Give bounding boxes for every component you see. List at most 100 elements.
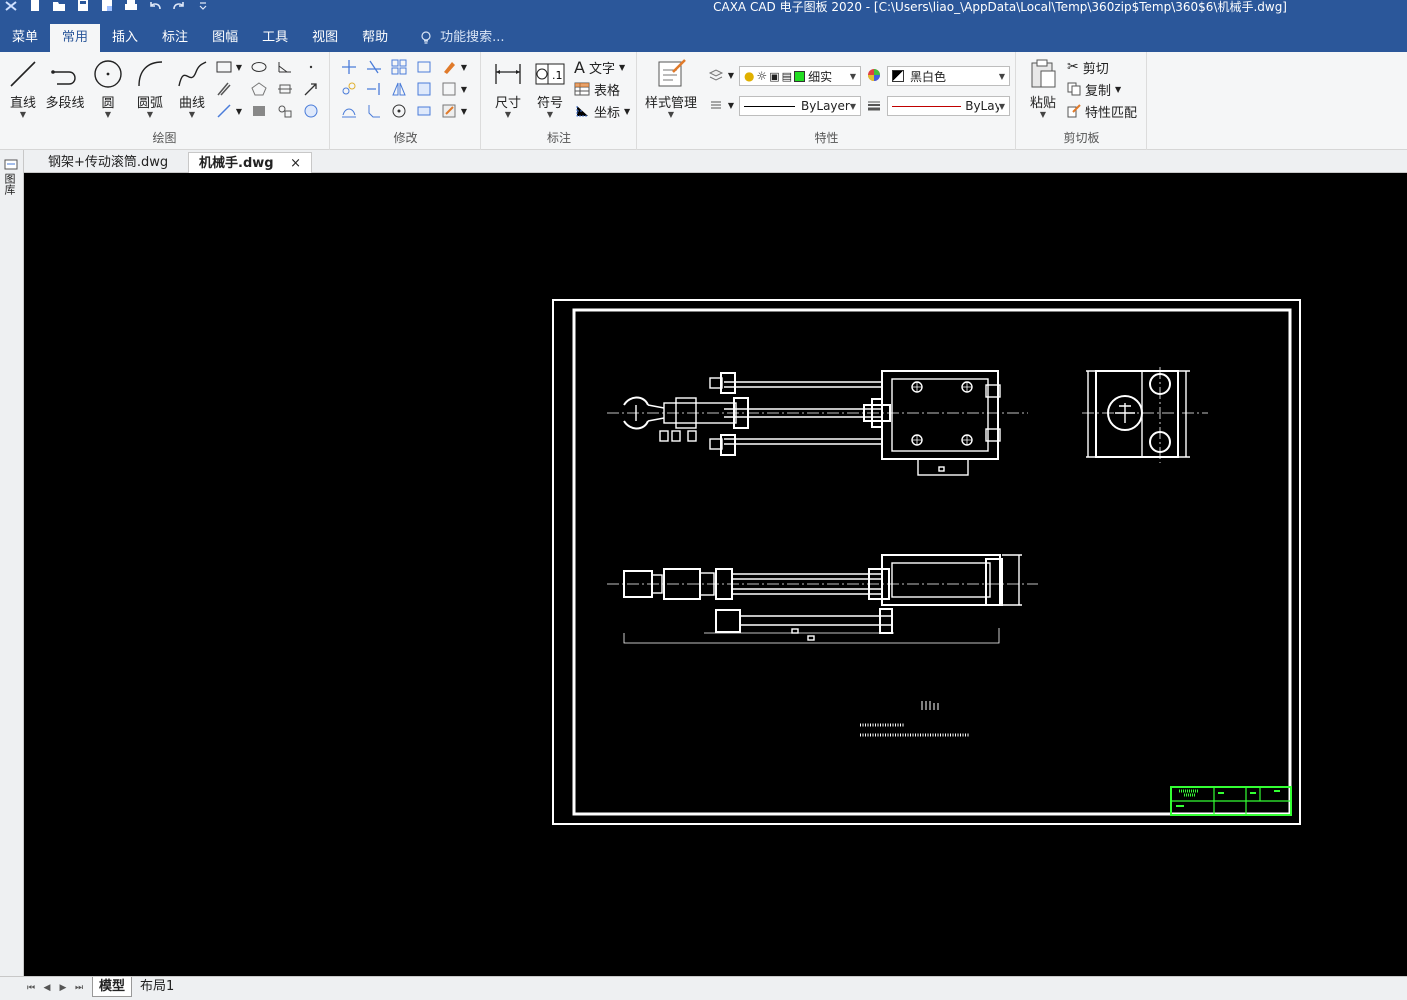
- copy-object-tool[interactable]: [339, 80, 359, 98]
- paste-button[interactable]: 粘贴 ▼: [1023, 58, 1063, 119]
- point-tool[interactable]: [301, 58, 321, 76]
- top-view: [607, 554, 1038, 644]
- dimension-button[interactable]: 尺寸 ▼: [488, 58, 528, 119]
- rectangle-dropdown[interactable]: ▼: [234, 58, 244, 76]
- cut-button[interactable]: ✂ 剪切: [1067, 57, 1109, 77]
- table-button[interactable]: 表格: [574, 79, 620, 99]
- coordinate-button[interactable]: 坐标 ▼: [574, 101, 630, 121]
- redo-icon[interactable]: [168, 0, 190, 12]
- app-menu-icon[interactable]: [0, 0, 22, 12]
- doc-tab-steel-frame[interactable]: 钢架+传动滚筒.dwg: [38, 152, 178, 173]
- explode-dropdown[interactable]: ▼: [459, 80, 469, 98]
- layer-manager-tool[interactable]: [706, 66, 726, 84]
- rotate-tool[interactable]: [389, 102, 409, 120]
- table-label: 表格: [594, 83, 621, 99]
- property-dropdown[interactable]: ▼: [459, 102, 469, 120]
- save-as-icon[interactable]: [96, 0, 118, 12]
- cad-drawing[interactable]: [24, 173, 1407, 976]
- match-properties-button[interactable]: 特性匹配: [1067, 101, 1137, 121]
- color-wheel-tool[interactable]: [864, 66, 884, 84]
- image-tool[interactable]: [301, 102, 321, 120]
- move-tool[interactable]: [339, 58, 359, 76]
- explode-tool[interactable]: [439, 80, 459, 98]
- hatch-line-tool[interactable]: [214, 80, 234, 98]
- scale-tool[interactable]: [414, 80, 434, 98]
- lineweight-select[interactable]: ByLayer ▼: [887, 96, 1010, 116]
- layer-select[interactable]: ● ☼ ▣ ▤ 细实 ▼: [739, 66, 861, 86]
- angle-tool[interactable]: [275, 58, 295, 76]
- layers-icon: [708, 69, 724, 81]
- feature-search[interactable]: 功能搜索...: [420, 24, 505, 52]
- fill-tool[interactable]: [249, 102, 269, 120]
- trim-tool[interactable]: [364, 58, 384, 76]
- symbol-button[interactable]: .1 符号 ▼: [530, 58, 570, 119]
- centerline-tool[interactable]: [275, 80, 295, 98]
- ray-dropdown[interactable]: ▼: [234, 102, 244, 120]
- curve-button[interactable]: 曲线 ▼: [172, 58, 212, 119]
- lineweight-icon: [868, 101, 880, 111]
- text-label: 文字: [588, 61, 615, 77]
- open-file-icon[interactable]: [48, 0, 70, 12]
- arc-button[interactable]: 圆弧 ▼: [130, 58, 170, 119]
- layout-tab-layout1[interactable]: 布局1: [134, 977, 180, 997]
- first-layout-button[interactable]: ⏮: [24, 980, 38, 996]
- print-icon[interactable]: [120, 0, 142, 12]
- drawing-canvas[interactable]: [24, 173, 1407, 976]
- lineweight-tool[interactable]: [864, 96, 884, 114]
- polygon-tool[interactable]: [249, 80, 269, 98]
- circle-button[interactable]: 圆 ▼: [88, 58, 128, 119]
- rectangle-tool[interactable]: [214, 58, 234, 76]
- rectangle-icon: [216, 61, 232, 73]
- tab-sheet[interactable]: 图幅: [200, 24, 250, 52]
- array-tool[interactable]: [389, 58, 409, 76]
- stretch-tool[interactable]: [414, 58, 434, 76]
- doc-tab-label: 钢架+传动滚筒.dwg: [48, 155, 169, 170]
- library-panel-tab[interactable]: 图库: [3, 158, 19, 195]
- chamfer-tool[interactable]: [364, 102, 384, 120]
- new-file-icon[interactable]: [24, 0, 46, 12]
- break-tool[interactable]: [414, 102, 434, 120]
- edit-tool[interactable]: [439, 58, 459, 76]
- customize-toolbar-icon[interactable]: [192, 0, 214, 12]
- tab-view[interactable]: 视图: [300, 24, 350, 52]
- group-draw: 直线 ▼ 多段线 圆 ▼ 圆弧 ▼ 曲线 ▼ ▼ ▼ 绘图: [0, 52, 330, 150]
- tab-annotate[interactable]: 标注: [150, 24, 200, 52]
- spline-icon: [178, 61, 207, 87]
- tab-home[interactable]: 常用: [50, 24, 101, 52]
- arrow-tool[interactable]: [301, 80, 321, 98]
- text-button[interactable]: A 文字 ▼: [574, 57, 625, 77]
- block-tool[interactable]: [275, 102, 295, 120]
- layer-manager-dropdown[interactable]: ▼: [726, 66, 736, 84]
- edit-dropdown[interactable]: ▼: [459, 58, 469, 76]
- undo-icon[interactable]: [144, 0, 166, 12]
- extend-tool[interactable]: [364, 80, 384, 98]
- image-icon: [304, 104, 318, 118]
- close-icon[interactable]: ×: [290, 156, 301, 171]
- previous-layout-button[interactable]: ◀: [40, 980, 54, 996]
- style-manager-button[interactable]: 样式管理 ▼: [645, 58, 698, 119]
- linetype-select[interactable]: ByLayer ▼: [739, 96, 861, 116]
- list-dropdown[interactable]: ▼: [726, 96, 736, 114]
- next-layout-button[interactable]: ▶: [56, 980, 70, 996]
- ray-tool[interactable]: [214, 102, 234, 120]
- tab-menu[interactable]: 菜单: [0, 24, 50, 52]
- ellipse-tool[interactable]: [249, 58, 269, 76]
- color-select[interactable]: 黑白色 ▼: [887, 66, 1010, 86]
- tab-insert[interactable]: 插入: [100, 24, 150, 52]
- line-button[interactable]: 直线 ▼: [3, 58, 43, 119]
- list-tool[interactable]: [706, 96, 726, 114]
- text-icon: A: [574, 57, 585, 77]
- property-tool[interactable]: [439, 102, 459, 120]
- polyline-button[interactable]: 多段线: [45, 58, 85, 111]
- save-icon[interactable]: [72, 0, 94, 12]
- dimension-icon: [495, 64, 521, 84]
- tab-help[interactable]: 帮助: [350, 24, 400, 52]
- copy-button[interactable]: 复制 ▼: [1067, 79, 1121, 99]
- doc-tab-manipulator[interactable]: 机械手.dwg ×: [188, 152, 312, 173]
- mirror-tool[interactable]: [389, 80, 409, 98]
- last-layout-button[interactable]: ⏭: [72, 980, 86, 996]
- tab-tools[interactable]: 工具: [250, 24, 300, 52]
- style-manager-label: 样式管理: [645, 96, 698, 111]
- layout-tab-model[interactable]: 模型: [92, 977, 133, 997]
- offset-tool[interactable]: [339, 102, 359, 120]
